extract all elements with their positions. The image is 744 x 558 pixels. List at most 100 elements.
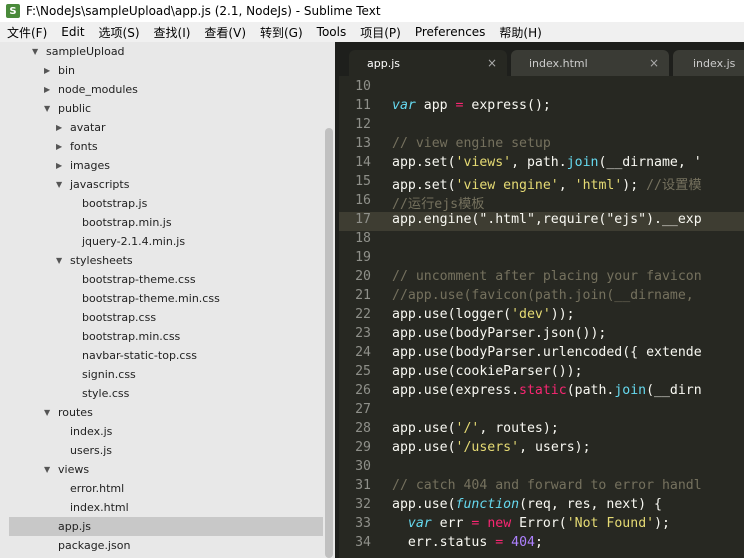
code-token: app.set( (392, 178, 456, 193)
code-line[interactable]: 27 (339, 402, 744, 421)
tree-file[interactable]: error.html (0, 479, 323, 498)
code-line[interactable]: 34 err.status = 404; (339, 535, 744, 554)
code-line[interactable]: 12 (339, 117, 744, 136)
code-token: (__dirname, ' (598, 155, 702, 170)
tree-file[interactable]: package.json (0, 536, 323, 555)
tree-file[interactable]: style.css (0, 384, 323, 403)
disclosure-right-icon[interactable]: ▶ (44, 66, 52, 75)
disclosure-right-icon[interactable]: ▶ (56, 161, 64, 170)
tree-label: public (58, 102, 92, 115)
line-number: 16 (355, 193, 371, 208)
menu-item[interactable]: 查找(I) (147, 24, 198, 41)
disclosure-right-icon[interactable]: ▶ (56, 142, 64, 151)
code-token: 'html' (574, 178, 623, 193)
menu-item[interactable]: 选项(S) (92, 24, 147, 41)
code-line[interactable]: 31 // catch 404 and forward to error hand… (339, 478, 744, 497)
sidebar-scrollbar[interactable] (323, 42, 335, 558)
menu-item[interactable]: 文件(F) (0, 24, 54, 41)
disclosure-down-icon[interactable]: ▼ (44, 465, 52, 474)
tree-file[interactable]: index.js (0, 422, 323, 441)
code-line[interactable]: 13 // view engine setup (339, 136, 744, 155)
code-line[interactable]: 23 app.use(bodyParser.json()); (339, 326, 744, 345)
tree-file[interactable]: app.js (9, 517, 323, 536)
code-line[interactable]: 29 app.use('/users', users); (339, 440, 744, 459)
close-icon[interactable]: × (487, 56, 497, 70)
disclosure-down-icon[interactable]: ▼ (56, 256, 64, 265)
tree-file[interactable]: signin.css (0, 365, 323, 384)
disclosure-down-icon[interactable]: ▼ (32, 47, 40, 56)
code-line[interactable]: 22 app.use(logger('dev')); (339, 307, 744, 326)
code-line[interactable]: 10 (339, 79, 744, 98)
code-line[interactable]: 25 app.use(cookieParser()); (339, 364, 744, 383)
code-line[interactable]: 19 (339, 250, 744, 269)
code-line[interactable]: 20 // uncomment after placing your favico… (339, 269, 744, 288)
code-token: , routes); (479, 421, 559, 436)
line-number: 18 (355, 231, 371, 246)
disclosure-right-icon[interactable]: ▶ (44, 85, 52, 94)
tree-file[interactable]: users.js (0, 441, 323, 460)
tree-file[interactable]: bootstrap-theme.css (0, 270, 323, 289)
tree-file[interactable]: bootstrap.min.css (0, 327, 323, 346)
tree-file[interactable]: navbar-static-top.css (0, 346, 323, 365)
disclosure-down-icon[interactable]: ▼ (56, 180, 64, 189)
code-token: var (407, 516, 432, 531)
menu-item[interactable]: Tools (310, 25, 354, 39)
code-line[interactable]: 21 //app.use(favicon(path.join(__dirname, (339, 288, 744, 307)
disclosure-down-icon[interactable]: ▼ (44, 408, 52, 417)
tree-folder[interactable]: ▼ views (0, 460, 323, 479)
tree-folder[interactable]: ▼ routes (0, 403, 323, 422)
code-line[interactable]: 17 app.engine(".html",require("ejs").__ex… (339, 212, 744, 231)
menu-item[interactable]: 查看(V) (197, 24, 253, 41)
code-line[interactable]: 18 (339, 231, 744, 250)
tree-label: stylesheets (70, 254, 133, 267)
tree-folder[interactable]: ▼ sampleUpload (0, 42, 323, 61)
scrollbar-thumb[interactable] (325, 128, 333, 558)
tree-folder[interactable]: ▶ node_modules (0, 80, 323, 99)
code-line[interactable]: 32 app.use(function(req, res, next) { (339, 497, 744, 516)
menu-item[interactable]: 帮助(H) (492, 24, 548, 41)
tree-file[interactable]: jquery-2.1.4.min.js (0, 232, 323, 251)
tree-folder[interactable]: ▶ images (0, 156, 323, 175)
code-line[interactable]: 15 app.set('view engine', 'html'); //设置模 (339, 174, 744, 193)
code-line[interactable]: 11 var app = express(); (339, 98, 744, 117)
tree-file[interactable]: bootstrap.css (0, 308, 323, 327)
menu-item[interactable]: 项目(P) (353, 24, 408, 41)
tree-file[interactable]: bootstrap.min.js (0, 213, 323, 232)
tree-folder[interactable]: ▶ bin (0, 61, 323, 80)
code-text: app.set('views', path.join(__dirname, ' (392, 155, 702, 170)
disclosure-right-icon[interactable]: ▶ (56, 123, 64, 132)
tree-folder[interactable]: ▼ stylesheets (0, 251, 323, 270)
tree-folder[interactable]: ▼ public (0, 99, 323, 118)
line-number: 20 (355, 269, 371, 284)
sublime-logo-icon: S (6, 4, 20, 18)
code-line[interactable]: 28 app.use('/', routes); (339, 421, 744, 440)
close-icon[interactable]: × (649, 56, 659, 70)
code-line[interactable]: 33 var err = new Error('Not Found'); (339, 516, 744, 535)
tree-file[interactable]: bootstrap.js (0, 194, 323, 213)
code-line[interactable]: 26 app.use(express.static(path.join(__dir… (339, 383, 744, 402)
tree-label: bootstrap.min.js (82, 216, 172, 229)
disclosure-down-icon[interactable]: ▼ (44, 104, 52, 113)
menu-item[interactable]: Edit (54, 25, 91, 39)
line-number: 27 (355, 402, 371, 417)
code-line[interactable]: 30 (339, 459, 744, 478)
tab-app-js[interactable]: app.js × (349, 50, 507, 76)
code-editor[interactable]: 10 11 var app = express(); 12 13 // view engi… (339, 76, 744, 558)
tree-file[interactable]: index.html (0, 498, 323, 517)
menu-item[interactable]: Preferences (408, 25, 493, 39)
code-text: app.use(logger('dev')); (392, 307, 575, 322)
code-line[interactable]: 16 //运行ejs模板 (339, 193, 744, 212)
code-token: // catch 404 and forward to error handl (392, 478, 702, 493)
tree-folder[interactable]: ▶ fonts (0, 137, 323, 156)
tree-label: avatar (70, 121, 106, 134)
tab-index-js[interactable]: index.js (673, 50, 744, 76)
line-number: 33 (355, 516, 371, 531)
code-line[interactable]: 24 app.use(bodyParser.urlencoded({ extend… (339, 345, 744, 364)
tab-index-html[interactable]: index.html × (511, 50, 669, 76)
tree-file[interactable]: bootstrap-theme.min.css (0, 289, 323, 308)
tree-folder[interactable]: ▼ javascripts (0, 175, 323, 194)
menu-item[interactable]: 转到(G) (253, 24, 310, 41)
code-line[interactable]: 14 app.set('views', path.join(__dirname, … (339, 155, 744, 174)
line-number: 23 (355, 326, 371, 341)
tree-folder[interactable]: ▶ avatar (0, 118, 323, 137)
